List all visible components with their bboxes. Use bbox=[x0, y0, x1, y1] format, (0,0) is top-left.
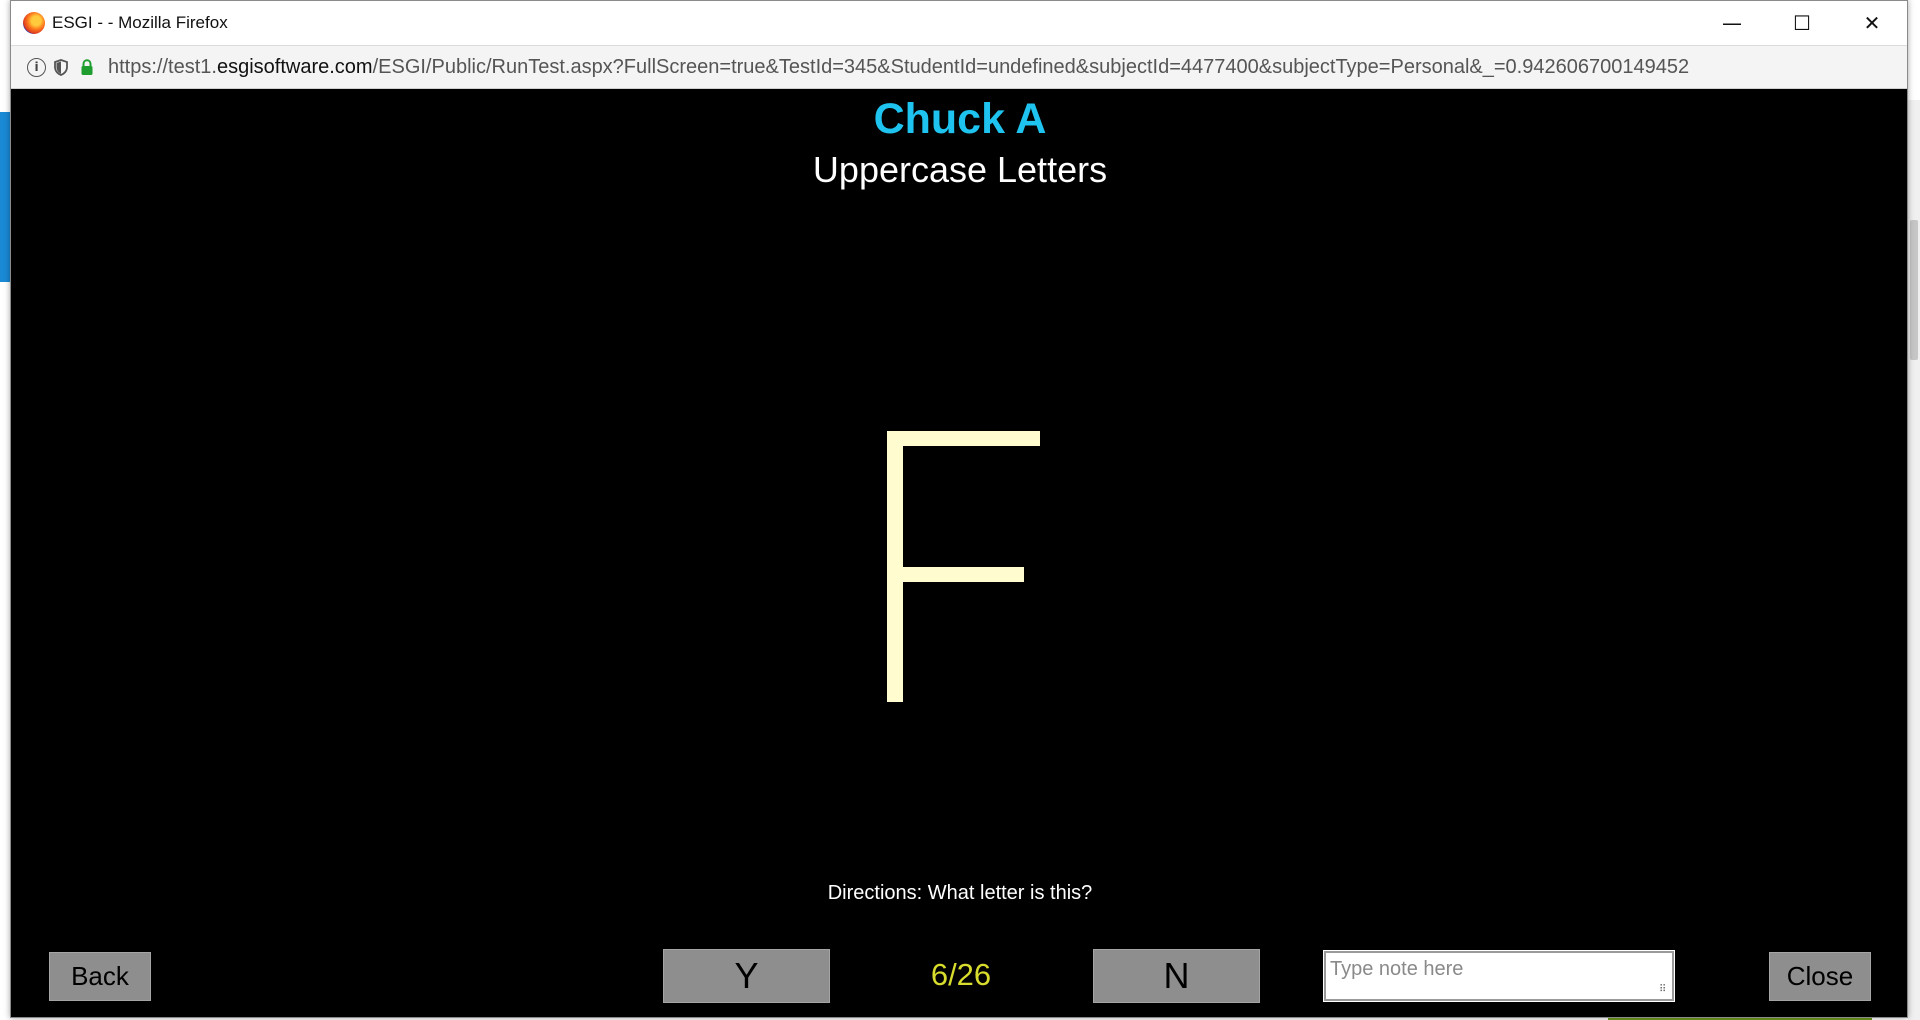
background-scrollbar-thumb[interactable] bbox=[1910, 220, 1918, 360]
lock-icon[interactable] bbox=[76, 56, 98, 78]
window-title: ESGI - - Mozilla Firefox bbox=[52, 13, 228, 32]
question-progress: 6/26 bbox=[930, 957, 992, 992]
test-popup-window: ESGI - - Mozilla Firefox — ☐ ✕ i https:/… bbox=[10, 0, 1908, 1018]
background-scrollbar[interactable] bbox=[1908, 100, 1920, 1020]
resize-grip-icon[interactable]: ⠿ bbox=[1659, 984, 1671, 996]
minimize-button[interactable]: — bbox=[1697, 1, 1767, 45]
close-window-button[interactable]: ✕ bbox=[1837, 1, 1907, 45]
back-button[interactable]: Back bbox=[49, 952, 151, 1001]
lock-icon-shape bbox=[81, 58, 93, 75]
title-bar: ESGI - - Mozilla Firefox — ☐ ✕ bbox=[11, 1, 1907, 45]
letter-stem bbox=[887, 431, 903, 702]
info-icon[interactable]: i bbox=[27, 57, 46, 77]
url-prefix: https://test1. bbox=[108, 55, 217, 78]
shield-icon[interactable] bbox=[50, 56, 72, 78]
shield-icon-shape bbox=[54, 58, 68, 76]
window-controls: — ☐ ✕ bbox=[1697, 1, 1907, 45]
test-content: Chuck A Uppercase Letters Directions: Wh… bbox=[11, 89, 1907, 1017]
directions-text: Directions: What letter is this? bbox=[827, 882, 1093, 904]
url-field[interactable]: https://test1.esgisoftware.com/ESGI/Publ… bbox=[108, 56, 1689, 79]
close-button[interactable]: Close bbox=[1769, 952, 1871, 1001]
yes-button[interactable]: Y bbox=[663, 949, 830, 1003]
no-button[interactable]: N bbox=[1093, 949, 1260, 1003]
note-input[interactable] bbox=[1323, 950, 1675, 1002]
letter-f-glyph bbox=[887, 431, 1040, 702]
letter-top-bar bbox=[887, 431, 1040, 446]
letter-middle-bar bbox=[887, 567, 1024, 582]
question-letter bbox=[887, 431, 1040, 702]
maximize-button[interactable]: ☐ bbox=[1767, 1, 1837, 45]
url-path: /ESGI/Public/RunTest.aspx?FullScreen=tru… bbox=[372, 55, 1690, 78]
firefox-logo-icon bbox=[23, 12, 45, 34]
url-domain: esgisoftware.com bbox=[216, 55, 373, 78]
address-bar: i https://test1.esgisoftware.com/ESGI/Pu… bbox=[11, 45, 1907, 89]
